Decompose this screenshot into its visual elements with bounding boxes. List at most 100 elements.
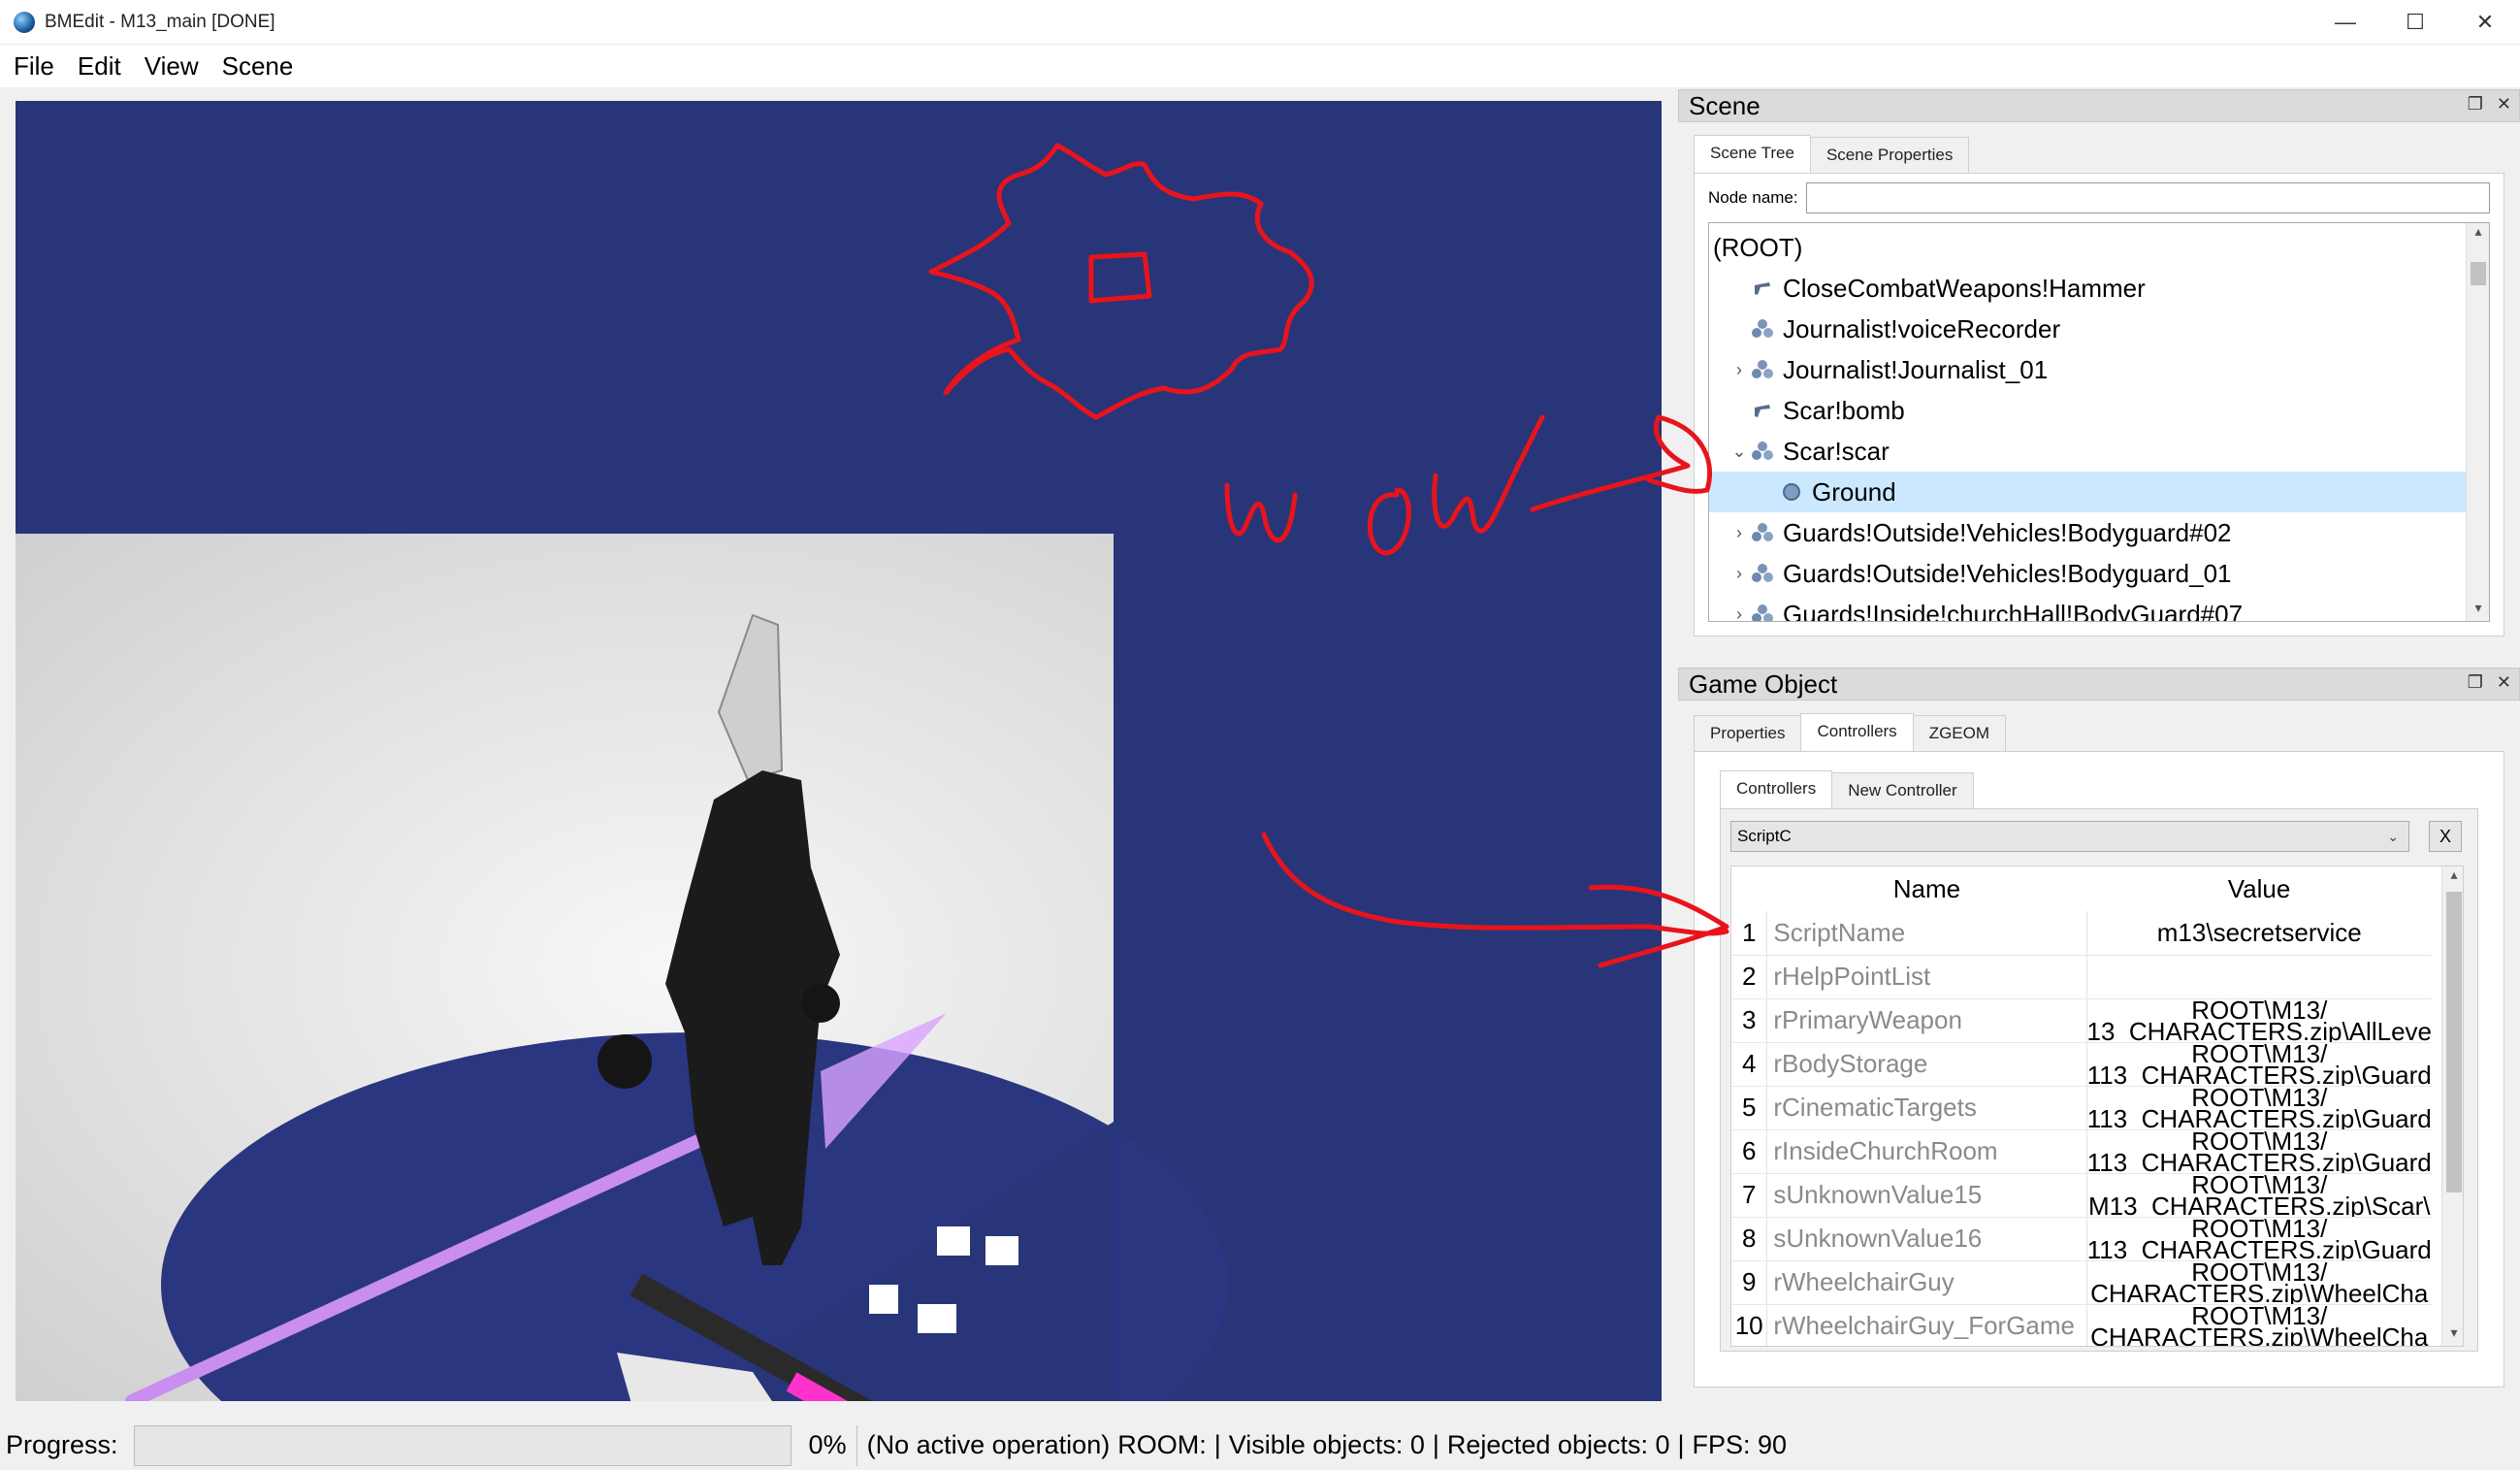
tree-node[interactable]: (ROOT) — [1709, 227, 2489, 268]
scroll-up-icon[interactable]: ▴ — [2467, 223, 2489, 245]
tree-rows: (ROOT) CloseCombatWeapons!Hammer Journalis… — [1709, 223, 2489, 622]
property-value-cell[interactable] — [2086, 955, 2432, 999]
scroll-thumb[interactable] — [2471, 262, 2486, 285]
property-name-cell[interactable]: rBodyStorage — [1766, 1042, 2087, 1087]
maximize-button[interactable]: ☐ — [2380, 0, 2450, 45]
table-row[interactable]: 2 rHelpPointList — [1731, 955, 2432, 999]
tree-node-label: Journalist!voiceRecorder — [1783, 313, 2061, 343]
tab-scene-properties[interactable]: Scene Properties — [1809, 137, 1970, 173]
table-row[interactable]: 8 sUnknownValue16 ROOT\M13/ 113_CHARACTERS… — [1731, 1217, 2432, 1261]
property-value-cell[interactable]: ROOT\M13/ 113_CHARACTERS.zip\Guard — [2086, 1129, 2432, 1174]
table-row[interactable]: 6 rInsideChurchRoom ROOT\M13/ 113_CHARACTE… — [1731, 1129, 2432, 1174]
tree-node[interactable]: › Guards!Inside!churchHall!BodyGuard#07 — [1709, 594, 2489, 622]
property-name-cell[interactable]: ScriptName — [1766, 911, 2087, 956]
geom-icon — [1779, 481, 1804, 503]
close-icon[interactable]: ✕ — [2497, 672, 2511, 693]
menu-view[interactable]: View — [135, 51, 209, 82]
table-row[interactable]: 9 rWheelchairGuy ROOT\M13/ CHARACTERS.zip\… — [1731, 1260, 2432, 1305]
close-icon[interactable]: ✕ — [2497, 94, 2511, 114]
scroll-down-icon[interactable]: ▾ — [2467, 600, 2489, 621]
tree-node[interactable]: Ground — [1709, 472, 2489, 512]
property-value-cell[interactable]: m13\secretservice — [2086, 911, 2432, 956]
table-row[interactable]: 7 sUnknownValue15 ROOT\M13/ M13_CHARACTERS… — [1731, 1173, 2432, 1218]
menu-scene[interactable]: Scene — [212, 51, 304, 82]
expand-arrow-icon[interactable]: ⌄ — [1728, 441, 1750, 462]
property-value-cell[interactable]: ROOT\M13/ CHARACTERS.zip\WheelCha — [2086, 1260, 2432, 1305]
chevron-down-icon: ⌄ — [2387, 828, 2399, 844]
scene-dock-header: Scene ❐ ✕ — [1678, 89, 2520, 122]
room-status: ROOM: — [1117, 1430, 1207, 1459]
expand-arrow-icon[interactable]: › — [1728, 523, 1750, 543]
status-bar: Progress: 0% (No active operation) ROOM:… — [0, 1421, 2520, 1470]
property-value-cell[interactable]: ROOT\M13/ M13_CHARACTERS.zip\Scar\ — [2086, 1173, 2432, 1218]
scroll-thumb[interactable] — [2446, 892, 2462, 1192]
scene-tree[interactable]: (ROOT) CloseCombatWeapons!Hammer Journalis… — [1708, 222, 2490, 622]
scroll-up-icon[interactable]: ▴ — [2442, 866, 2463, 888]
table-row[interactable]: 4 rBodyStorage ROOT\M13/ 113_CHARACTERS.zi… — [1731, 1042, 2432, 1087]
property-name-cell[interactable]: rWheelchairGuy — [1766, 1260, 2087, 1305]
tab-zgeom[interactable]: ZGEOM — [1912, 715, 2007, 751]
table-row[interactable]: 1 ScriptName m13\secretservice — [1731, 911, 2432, 956]
minimize-button[interactable]: — — [2310, 0, 2380, 45]
table-row[interactable]: 10 rWheelchairGuy_ForGame ROOT\M13/ CHARAC… — [1731, 1304, 2432, 1346]
property-name-cell[interactable]: rCinematicTargets — [1766, 1086, 2087, 1130]
property-name-cell[interactable]: rHelpPointList — [1766, 955, 2087, 999]
float-icon[interactable]: ❐ — [2468, 672, 2483, 693]
table-row[interactable]: 3 rPrimaryWeapon ROOT\M13/ 13_CHARACTERS.z… — [1731, 998, 2432, 1043]
scroll-down-icon[interactable]: ▾ — [2442, 1324, 2463, 1346]
tree-node[interactable]: CloseCombatWeapons!Hammer — [1709, 268, 2489, 309]
column-name-header[interactable]: Name — [1766, 866, 2087, 911]
float-icon[interactable]: ❐ — [2468, 94, 2483, 114]
property-value-cell[interactable]: ROOT\M13/ 113_CHARACTERS.zip\Guard — [2086, 1217, 2432, 1261]
property-value-cell[interactable]: ROOT\M13/ 113_CHARACTERS.zip\Guard — [2086, 1086, 2432, 1130]
window-title: BMEdit - M13_main [DONE] — [45, 11, 275, 32]
tab-properties[interactable]: Properties — [1694, 715, 1802, 751]
property-value-cell[interactable]: ROOT\M13/ CHARACTERS.zip\WheelCha — [2086, 1304, 2432, 1346]
table-row[interactable]: 5 rCinematicTargets ROOT\M13/ 113_CHARACTE… — [1731, 1086, 2432, 1130]
grid-scrollbar[interactable]: ▴ ▾ — [2441, 866, 2463, 1346]
expand-arrow-icon[interactable]: › — [1728, 360, 1750, 380]
marker-cube — [918, 1304, 956, 1333]
property-name-cell[interactable]: rInsideChurchRoom — [1766, 1129, 2087, 1174]
group-icon — [1750, 318, 1775, 340]
tree-node[interactable]: Scar!bomb — [1709, 390, 2489, 431]
close-button[interactable]: ✕ — [2450, 0, 2520, 45]
tab-controllers[interactable]: Controllers — [1800, 713, 1914, 751]
tree-node[interactable]: › Journalist!Journalist_01 — [1709, 349, 2489, 390]
row-number-header — [1731, 866, 1767, 911]
property-name-cell[interactable]: sUnknownValue15 — [1766, 1173, 2087, 1218]
weapon-icon — [1750, 400, 1775, 421]
tree-node[interactable]: Journalist!voiceRecorder — [1709, 309, 2489, 349]
properties-grid[interactable]: Name Value 1 ScriptName m13\secretservice 2… — [1730, 866, 2464, 1347]
character-hand — [801, 984, 840, 1023]
tree-node[interactable]: ⌄ Scar!scar — [1709, 431, 2489, 472]
controller-select[interactable]: ScriptC ⌄ — [1730, 821, 2409, 852]
menu-edit[interactable]: Edit — [68, 51, 131, 82]
node-name-input[interactable] — [1805, 182, 2490, 213]
tree-node-label: Scar!bomb — [1783, 395, 1905, 425]
grid-header-row: Name Value — [1731, 866, 2432, 911]
property-value-cell[interactable]: ROOT\M13/ 13_CHARACTERS.zip\AllLeve — [2086, 998, 2432, 1043]
tree-scrollbar[interactable]: ▴ ▾ — [2466, 223, 2489, 621]
scene-tree-page: Node name: (ROOT) CloseCombatWeapons!Hamm… — [1694, 173, 2504, 637]
remove-controller-button[interactable]: X — [2429, 821, 2462, 852]
tab-scene-tree[interactable]: Scene Tree — [1694, 135, 1811, 173]
column-value-header[interactable]: Value — [2086, 866, 2432, 911]
menu-file[interactable]: File — [4, 51, 64, 82]
property-name-cell[interactable]: sUnknownValue16 — [1766, 1217, 2087, 1261]
tree-node[interactable]: › Guards!Outside!Vehicles!Bodyguard_01 — [1709, 553, 2489, 594]
property-name-cell[interactable]: rPrimaryWeapon — [1766, 998, 2087, 1043]
subtab-new-controller[interactable]: New Controller — [1831, 772, 1974, 808]
progress-label: Progress: — [6, 1430, 118, 1459]
game-object-dock-header: Game Object ❐ ✕ — [1678, 668, 2520, 701]
operation-status: (No active operation) — [866, 1430, 1111, 1459]
game-object-dock: Game Object ❐ ✕ Properties Controllers Z… — [1678, 668, 2520, 1405]
property-name-cell[interactable]: rWheelchairGuy_ForGame — [1766, 1304, 2087, 1346]
scene-viewport[interactable] — [16, 101, 1662, 1401]
property-value-cell[interactable]: ROOT\M13/ 113_CHARACTERS.zip\Guard — [2086, 1042, 2432, 1087]
tree-node[interactable]: › Guards!Outside!Vehicles!Bodyguard#02 — [1709, 512, 2489, 553]
fps-counter: FPS: 90 — [1692, 1430, 1788, 1459]
expand-arrow-icon[interactable]: › — [1728, 564, 1750, 584]
subtab-controllers[interactable]: Controllers — [1720, 770, 1833, 808]
expand-arrow-icon[interactable]: › — [1728, 604, 1750, 622]
